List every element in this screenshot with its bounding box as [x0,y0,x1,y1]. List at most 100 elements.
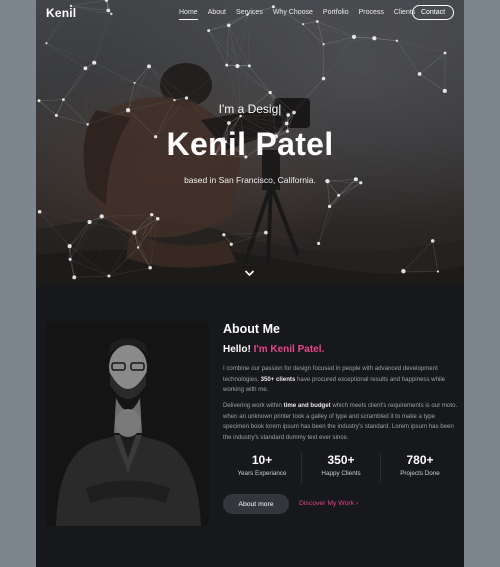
network-line [39,43,46,100]
network-line [187,66,238,98]
network-node [104,0,109,2]
about-title: About Me [223,322,280,336]
network-line [208,24,229,31]
network-node [302,23,305,26]
network-node [107,274,111,278]
network-line [265,232,319,244]
stats-row: 10+ Years Experiance 350+ Happy Clients … [223,453,459,483]
network-line [318,195,339,244]
network-line [89,221,135,233]
network-line [303,21,318,25]
network-line [108,247,139,277]
network-line [374,38,419,74]
network-node [226,23,231,28]
network-node [401,268,406,274]
network-line [69,245,110,277]
network-node [67,243,72,249]
network-node [229,242,233,246]
network-line [69,216,102,247]
network-node [235,64,240,69]
network-line [237,65,271,93]
nav-item-about[interactable]: About [208,9,226,20]
nav-item-services[interactable]: Services [236,9,263,20]
network-line [101,214,152,217]
network-line [90,222,109,276]
network-line [134,82,187,99]
network-line [46,43,63,99]
network-line [40,212,70,260]
main-nav: Home About Services Why Choose Portfolio… [179,9,425,20]
network-line [93,10,109,63]
network-node [72,275,77,280]
stat-label: Happy Clients [321,470,361,477]
network-node [150,213,154,217]
page-frame: Kenil Home About Services Why Choose Por… [36,0,464,567]
network-node [264,230,268,235]
hero-name: Kenil Patel [166,126,334,162]
network-node [62,98,65,101]
network-line [46,42,86,69]
network-line [94,62,150,67]
network-line [93,13,112,63]
p2-highlight: time and budget [283,402,331,409]
profile-photo-illustration [46,323,209,526]
network-line [69,246,75,278]
network-line [403,240,433,272]
network-node [155,216,160,221]
network-line [137,247,151,268]
network-line [419,73,445,92]
about-greeting: Hello! I'm Kenil Patel. [223,344,324,355]
network-node [337,193,341,197]
discover-work-link[interactable]: Discover My Work › [299,500,358,507]
network-node [133,81,136,84]
network-node [442,88,447,94]
network-line [85,14,111,68]
network-node [137,246,140,249]
chevron-down-icon[interactable] [244,269,255,277]
network-line [69,221,90,247]
hero-location: based in San Francisco, California. [184,175,316,185]
p2-text-a: Delivering work within [223,402,284,409]
network-node [372,36,377,41]
network-node [321,76,326,81]
network-line [419,52,446,75]
network-node [222,233,226,237]
network-node [395,39,399,42]
network-line [270,78,324,93]
greeting-prefix: Hello! [223,344,254,355]
nav-item-home[interactable]: Home [179,9,198,20]
network-node [147,64,151,69]
network-line [63,68,86,100]
network-node [225,63,229,67]
network-line [374,37,397,42]
network-line [249,65,271,93]
network-node [92,60,97,65]
about-paragraph-2: Delivering work within time and budget w… [223,401,459,443]
network-node [417,72,422,76]
network-node [430,239,435,243]
nav-item-why-choose[interactable]: Why Choose [273,9,313,20]
stat-years: 10+ Years Experiance [223,453,302,483]
network-line [69,259,110,277]
network-line [148,66,175,101]
greeting-name: I'm Kenil Patel. [253,344,325,355]
contact-button[interactable]: Contact [412,5,454,20]
network-node [327,204,332,209]
nav-item-process[interactable]: Process [359,9,384,20]
network-node [268,90,272,95]
profile-photo [46,323,209,526]
network-line [247,14,250,66]
network-line [69,216,102,260]
network-node [284,121,289,126]
about-more-button[interactable]: About more [223,494,289,514]
network-line [237,14,248,67]
stat-value: 10+ [251,453,273,467]
network-node [351,34,357,40]
network-line [74,222,89,277]
network-node [227,121,231,125]
nav-item-portfolio[interactable]: Portfolio [323,9,349,20]
network-line [74,275,109,278]
network-line [226,25,230,66]
logo[interactable]: Kenil [46,6,76,20]
hero-section: Kenil Home About Services Why Choose Por… [36,0,464,286]
